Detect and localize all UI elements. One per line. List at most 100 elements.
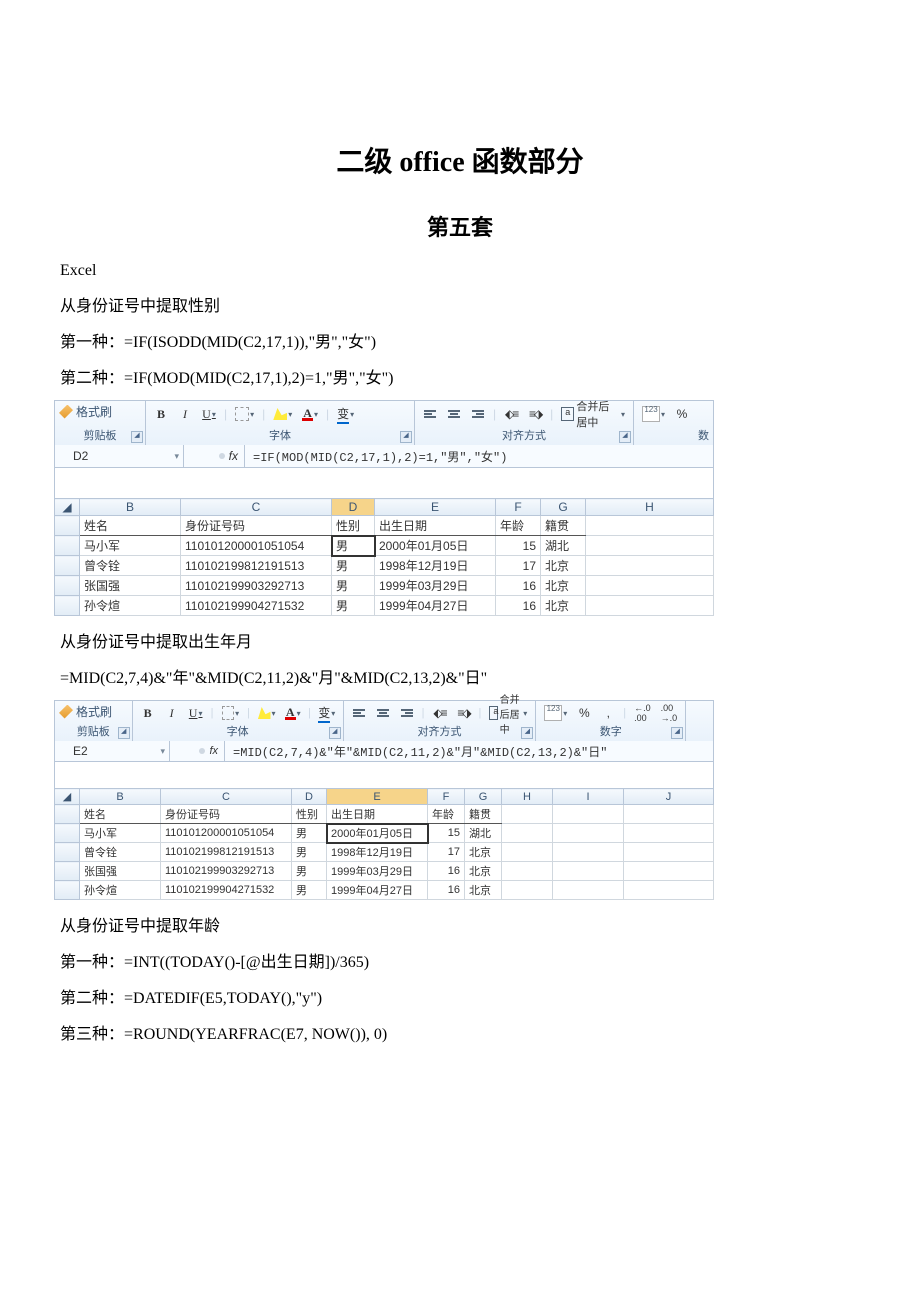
- cell[interactable]: 北京: [541, 556, 586, 576]
- font-launcher-icon[interactable]: ◢: [400, 431, 412, 443]
- cell[interactable]: 湖北: [465, 824, 502, 843]
- fx-button[interactable]: fx: [184, 445, 245, 467]
- cell[interactable]: [553, 824, 624, 843]
- cell[interactable]: 张国强: [80, 576, 181, 596]
- cell[interactable]: [553, 862, 624, 881]
- cell[interactable]: 1999年03月29日: [375, 576, 496, 596]
- bold-button[interactable]: B: [139, 705, 157, 721]
- cell[interactable]: 曾令铨: [80, 843, 161, 862]
- cell[interactable]: 1998年12月19日: [327, 843, 428, 862]
- col-F[interactable]: F: [496, 499, 541, 516]
- cell[interactable]: 年龄: [496, 516, 541, 536]
- cell[interactable]: 16: [496, 596, 541, 616]
- cell[interactable]: 110102199904271532: [181, 596, 332, 616]
- row-header[interactable]: [55, 596, 80, 616]
- clipboard-launcher-icon[interactable]: ◢: [131, 431, 143, 443]
- cell[interactable]: [624, 843, 714, 862]
- border-button[interactable]: [220, 705, 242, 721]
- cell[interactable]: [586, 596, 714, 616]
- align-left-button[interactable]: [350, 705, 368, 721]
- underline-button[interactable]: U: [200, 406, 218, 422]
- cell[interactable]: 曾令铨: [80, 556, 181, 576]
- clipboard-launcher-icon[interactable]: ◢: [118, 727, 130, 739]
- fill-color-button[interactable]: [271, 406, 294, 422]
- cell[interactable]: 16: [428, 862, 465, 881]
- cell[interactable]: [586, 536, 714, 556]
- cell[interactable]: 北京: [465, 881, 502, 900]
- row-header[interactable]: [55, 824, 80, 843]
- percent-button[interactable]: %: [575, 705, 593, 721]
- cell[interactable]: 110101200001051054: [161, 824, 292, 843]
- cell[interactable]: 湖北: [541, 536, 586, 556]
- fill-color-button[interactable]: [256, 705, 278, 721]
- cell[interactable]: 1999年04月27日: [375, 596, 496, 616]
- cell[interactable]: 男: [292, 881, 327, 900]
- format-painter-button[interactable]: 格式刷: [55, 401, 145, 422]
- cell[interactable]: 男: [292, 824, 327, 843]
- col-F[interactable]: F: [428, 789, 465, 805]
- cell[interactable]: [624, 805, 714, 824]
- cell[interactable]: 男: [332, 576, 375, 596]
- cell[interactable]: [586, 576, 714, 596]
- cell[interactable]: [553, 805, 624, 824]
- number-format-button[interactable]: 123: [640, 406, 667, 422]
- merge-center-button[interactable]: 合并后居中: [559, 406, 627, 422]
- cell[interactable]: 籍贯: [465, 805, 502, 824]
- cell[interactable]: 110101200001051054: [181, 536, 332, 556]
- cell[interactable]: 籍贯: [541, 516, 586, 536]
- cell[interactable]: 出生日期: [375, 516, 496, 536]
- cell-selected[interactable]: 男: [332, 536, 375, 556]
- worksheet-grid[interactable]: ◢ B C D E F G H 姓名 身份证号码 性别 出生日期 年龄 籍贯: [54, 498, 714, 616]
- cell[interactable]: 110102199903292713: [161, 862, 292, 881]
- cell[interactable]: [502, 862, 553, 881]
- align-right-button[interactable]: [398, 705, 416, 721]
- col-J[interactable]: J: [624, 789, 714, 805]
- cell-selected[interactable]: 2000年01月05日: [327, 824, 428, 843]
- cell[interactable]: [553, 843, 624, 862]
- align-center-button[interactable]: [445, 406, 463, 422]
- row-header[interactable]: [55, 843, 80, 862]
- phonetic-button[interactable]: 变: [335, 406, 356, 422]
- number-launcher-icon[interactable]: ◢: [671, 727, 683, 739]
- select-all[interactable]: ◢: [55, 499, 80, 516]
- name-box[interactable]: D2: [55, 445, 184, 467]
- row-header[interactable]: [55, 881, 80, 900]
- merge-center-button[interactable]: 合并后居中: [487, 705, 529, 721]
- cell[interactable]: 北京: [465, 862, 502, 881]
- cell[interactable]: 110102199812191513: [181, 556, 332, 576]
- cell[interactable]: 15: [496, 536, 541, 556]
- cell[interactable]: 1999年04月27日: [327, 881, 428, 900]
- row-header[interactable]: [55, 576, 80, 596]
- cell[interactable]: 马小军: [80, 536, 181, 556]
- cell[interactable]: 男: [292, 862, 327, 881]
- cell[interactable]: 男: [332, 596, 375, 616]
- cell[interactable]: [502, 805, 553, 824]
- increase-indent-button[interactable]: ≡⬗: [526, 406, 544, 422]
- cell[interactable]: 1998年12月19日: [375, 556, 496, 576]
- cell[interactable]: 性别: [332, 516, 375, 536]
- comma-button[interactable]: ,: [599, 705, 617, 721]
- cell[interactable]: 男: [332, 556, 375, 576]
- name-box[interactable]: E2: [55, 741, 170, 761]
- row-header[interactable]: [55, 536, 80, 556]
- font-color-button[interactable]: A: [300, 406, 320, 422]
- cell[interactable]: 北京: [465, 843, 502, 862]
- cell[interactable]: 马小军: [80, 824, 161, 843]
- cell[interactable]: 性别: [292, 805, 327, 824]
- cell[interactable]: [502, 843, 553, 862]
- cell[interactable]: 110102199904271532: [161, 881, 292, 900]
- cell[interactable]: [586, 556, 714, 576]
- underline-button[interactable]: U: [187, 705, 205, 721]
- cell[interactable]: [624, 862, 714, 881]
- row-header[interactable]: [55, 516, 80, 536]
- row-header[interactable]: [55, 805, 80, 824]
- cell[interactable]: [502, 881, 553, 900]
- cell[interactable]: 身份证号码: [161, 805, 292, 824]
- align-left-button[interactable]: [421, 406, 439, 422]
- increase-indent-button[interactable]: ≡⬗: [455, 705, 473, 721]
- cell[interactable]: 16: [428, 881, 465, 900]
- cell[interactable]: 北京: [541, 596, 586, 616]
- col-E[interactable]: E: [375, 499, 496, 516]
- col-G[interactable]: G: [465, 789, 502, 805]
- col-D[interactable]: D: [332, 499, 375, 516]
